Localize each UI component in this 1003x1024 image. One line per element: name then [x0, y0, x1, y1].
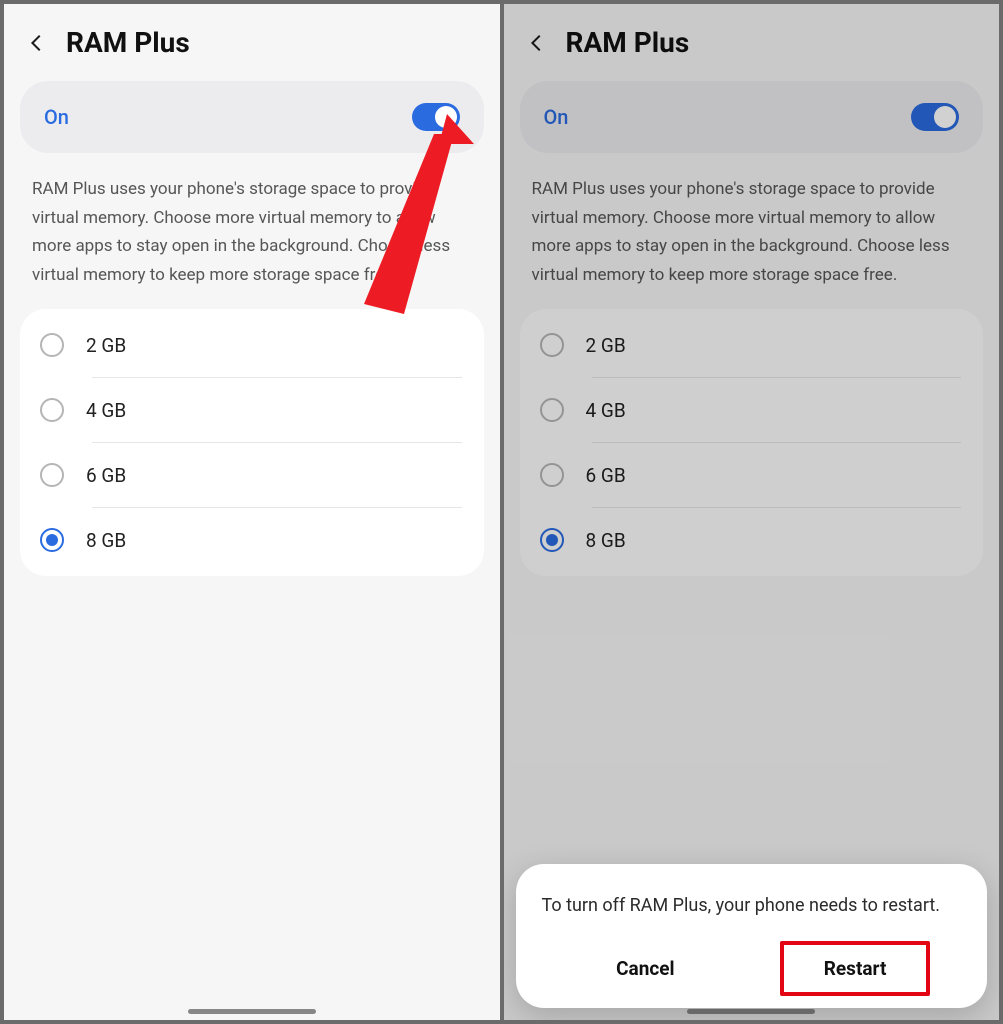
option-label: 2 GB: [586, 334, 626, 357]
page-title: RAM Plus: [66, 26, 190, 59]
radio-icon: [40, 398, 64, 422]
left-screenshot: RAM Plus On RAM Plus uses your phone's s…: [4, 4, 500, 1020]
popup-actions: Cancel Restart: [542, 945, 962, 992]
option-2gb[interactable]: 2 GB: [20, 313, 484, 377]
option-6gb[interactable]: 6 GB: [520, 443, 984, 507]
restart-button[interactable]: Restart: [794, 945, 917, 992]
toggle-label: On: [544, 105, 569, 129]
popup-message: To turn off RAM Plus, your phone needs t…: [542, 892, 962, 921]
radio-icon: [540, 398, 564, 422]
right-screenshot: RAM Plus On RAM Plus uses your phone's s…: [504, 4, 1000, 1020]
toggle-knob: [934, 106, 956, 128]
toggle-card[interactable]: On: [20, 81, 484, 153]
cancel-button[interactable]: Cancel: [586, 945, 704, 992]
home-indicator[interactable]: [687, 1009, 815, 1014]
toggle-switch[interactable]: [911, 103, 959, 131]
option-label: 8 GB: [86, 529, 126, 552]
option-label: 2 GB: [86, 334, 126, 357]
restart-popup: To turn off RAM Plus, your phone needs t…: [516, 864, 988, 1008]
home-indicator[interactable]: [188, 1009, 316, 1014]
option-label: 6 GB: [86, 464, 126, 487]
page-title: RAM Plus: [566, 26, 690, 59]
option-6gb[interactable]: 6 GB: [20, 443, 484, 507]
toggle-knob: [435, 106, 457, 128]
toggle-switch[interactable]: [412, 103, 460, 131]
toggle-label: On: [44, 105, 69, 129]
radio-icon: [40, 463, 64, 487]
description-text: RAM Plus uses your phone's storage space…: [4, 153, 500, 309]
option-label: 8 GB: [586, 529, 626, 552]
radio-icon: [40, 528, 64, 552]
option-2gb[interactable]: 2 GB: [520, 313, 984, 377]
description-text: RAM Plus uses your phone's storage space…: [504, 153, 1000, 309]
header: RAM Plus: [4, 4, 500, 77]
option-label: 4 GB: [86, 399, 126, 422]
option-label: 6 GB: [586, 464, 626, 487]
options-list: 2 GB 4 GB 6 GB 8 GB: [20, 309, 484, 576]
options-list: 2 GB 4 GB 6 GB 8 GB: [520, 309, 984, 576]
back-icon[interactable]: [526, 32, 548, 54]
radio-icon: [540, 463, 564, 487]
header: RAM Plus: [504, 4, 1000, 77]
left-content: RAM Plus On RAM Plus uses your phone's s…: [4, 4, 500, 1020]
radio-icon: [540, 528, 564, 552]
option-4gb[interactable]: 4 GB: [520, 378, 984, 442]
option-8gb[interactable]: 8 GB: [20, 508, 484, 572]
option-4gb[interactable]: 4 GB: [20, 378, 484, 442]
toggle-card[interactable]: On: [520, 81, 984, 153]
radio-icon: [540, 333, 564, 357]
option-label: 4 GB: [586, 399, 626, 422]
option-8gb[interactable]: 8 GB: [520, 508, 984, 572]
radio-icon: [40, 333, 64, 357]
back-icon[interactable]: [26, 32, 48, 54]
